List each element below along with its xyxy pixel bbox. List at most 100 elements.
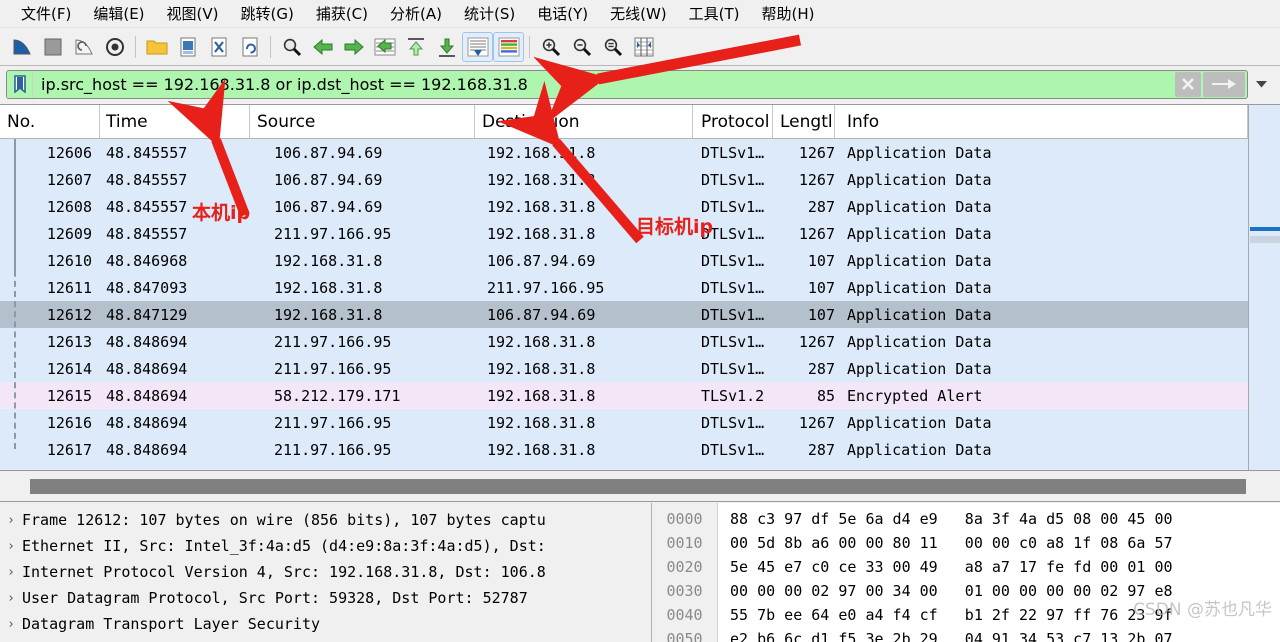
cell-protocol: DTLSv1… xyxy=(701,251,765,270)
filter-input[interactable]: ip.src_host == 192.168.31.8 or ip.dst_ho… xyxy=(6,69,1248,99)
find-packet-icon[interactable] xyxy=(276,32,307,62)
hscrollbar-thumb[interactable] xyxy=(30,479,1246,494)
clear-filter-icon[interactable] xyxy=(1175,71,1201,97)
zoom-out-icon[interactable] xyxy=(566,32,597,62)
packet-list-pane[interactable]: No. Time Source Destination Protocol Len… xyxy=(0,104,1280,502)
column-header-protocol[interactable]: Protocol xyxy=(693,105,773,138)
cell-no: 12608 xyxy=(46,197,92,216)
hex-bytes-body: 88 c3 97 df 5e 6a d4 e9 8a 3f 4a d5 08 0… xyxy=(718,503,1280,642)
chevron-right-icon[interactable]: › xyxy=(0,617,22,632)
go-last-packet-icon[interactable] xyxy=(431,32,462,62)
detail-row[interactable]: › Ethernet II, Src: Intel_3f:4a:d5 (d4:e9… xyxy=(0,533,651,559)
cell-source: 211.97.166.95 xyxy=(274,413,392,432)
filter-text[interactable]: ip.src_host == 192.168.31.8 or ip.dst_ho… xyxy=(33,75,1175,94)
menu-edit[interactable]: 编辑(E) xyxy=(82,0,155,27)
column-header-info[interactable]: Info xyxy=(835,105,1248,138)
menu-telephony[interactable]: 电话(Y) xyxy=(526,0,599,27)
cell-source: 192.168.31.8 xyxy=(274,305,383,324)
stop-capture-icon[interactable] xyxy=(37,32,68,62)
menu-analyze[interactable]: 分析(A) xyxy=(379,0,453,27)
menu-capture[interactable]: 捕获(C) xyxy=(305,0,379,27)
cell-source: 192.168.31.8 xyxy=(274,278,383,297)
hex-offset-gutter: 0000 0010 0020 0030 0040 0050 xyxy=(652,503,718,642)
cell-no: 12617 xyxy=(46,440,92,459)
packet-list-vscrollbar[interactable] xyxy=(1248,105,1280,471)
packet-bytes-pane[interactable]: 0000 0010 0020 0030 0040 0050 88 c3 97 df 5e … xyxy=(652,503,1280,642)
go-forward-icon[interactable] xyxy=(338,32,369,62)
table-row[interactable]: 12617 48.848694 211.97.166.95 192.168.31.8 D… xyxy=(0,436,1248,463)
cell-protocol: DTLSv1… xyxy=(701,170,765,189)
detail-row[interactable]: › Internet Protocol Version 4, Src: 192.1… xyxy=(0,559,651,585)
cell-protocol: DTLSv1… xyxy=(701,278,765,297)
cell-no: 12609 xyxy=(46,224,92,243)
table-row[interactable]: 12606 48.845557 106.87.94.69 192.168.31.8 DT… xyxy=(0,139,1248,166)
chevron-right-icon[interactable]: › xyxy=(0,565,22,580)
cell-protocol: DTLSv1… xyxy=(701,197,765,216)
chevron-down-icon[interactable] xyxy=(1248,70,1274,99)
packet-list-header: No. Time Source Destination Protocol Len… xyxy=(0,105,1248,139)
menu-file[interactable]: 文件(F) xyxy=(10,0,82,27)
cell-protocol: TLSv1.2 xyxy=(701,386,765,405)
zoom-reset-icon[interactable] xyxy=(597,32,628,62)
menu-wireless[interactable]: 无线(W) xyxy=(599,0,678,27)
cell-destination: 192.168.31.8 xyxy=(487,440,596,459)
bookmark-icon[interactable] xyxy=(7,70,33,98)
table-row[interactable]: 12612 48.847129 192.168.31.8 106.87.94.69 DT… xyxy=(0,301,1248,328)
cell-destination: 192.168.31.8 xyxy=(487,170,596,189)
table-row[interactable]: 12609 48.845557 211.97.166.95 192.168.31.8 D… xyxy=(0,220,1248,247)
auto-scroll-icon[interactable] xyxy=(462,31,493,62)
cell-source: 211.97.166.95 xyxy=(274,359,392,378)
detail-row-text: Internet Protocol Version 4, Src: 192.16… xyxy=(22,563,546,581)
menu-go[interactable]: 跳转(G) xyxy=(230,0,305,27)
cell-destination: 106.87.94.69 xyxy=(487,305,596,324)
restart-capture-icon[interactable] xyxy=(68,32,99,62)
toolbar xyxy=(0,28,1280,66)
go-to-packet-icon[interactable] xyxy=(369,32,400,62)
save-file-icon[interactable] xyxy=(172,32,203,62)
menu-help[interactable]: 帮助(H) xyxy=(751,0,826,27)
chevron-right-icon[interactable]: › xyxy=(0,513,22,528)
detail-row[interactable]: › Frame 12612: 107 bytes on wire (856 bit… xyxy=(0,507,651,533)
cell-info: Application Data xyxy=(847,143,992,162)
column-header-length[interactable]: Lengtl xyxy=(773,105,835,138)
go-back-icon[interactable] xyxy=(307,32,338,62)
detail-row-text: User Datagram Protocol, Src Port: 59328,… xyxy=(22,589,528,607)
table-row[interactable]: 12614 48.848694 211.97.166.95 192.168.31.8 D… xyxy=(0,355,1248,382)
cell-time: 48.848694 xyxy=(106,413,188,432)
resize-columns-icon[interactable] xyxy=(628,32,659,62)
chevron-right-icon[interactable]: › xyxy=(0,591,22,606)
table-row[interactable]: 12615 48.848694 58.212.179.171 192.168.31.8… xyxy=(0,382,1248,409)
packet-list-hscrollbar[interactable] xyxy=(0,470,1280,502)
chevron-right-icon[interactable]: › xyxy=(0,539,22,554)
table-row[interactable]: 12608 48.845557 106.87.94.69 192.168.31.8 DT… xyxy=(0,193,1248,220)
table-row[interactable]: 12611 48.847093 192.168.31.8 211.97.166.95 D… xyxy=(0,274,1248,301)
vscrollbar-thumb[interactable] xyxy=(1250,236,1280,243)
go-first-packet-icon[interactable] xyxy=(400,32,431,62)
close-file-icon[interactable] xyxy=(203,32,234,62)
column-header-destination[interactable]: Destination xyxy=(475,105,693,138)
menu-statistics[interactable]: 统计(S) xyxy=(453,0,526,27)
table-row[interactable]: 12616 48.848694 211.97.166.95 192.168.31.8 D… xyxy=(0,409,1248,436)
open-file-icon[interactable] xyxy=(141,32,172,62)
cell-protocol: DTLSv1… xyxy=(701,413,765,432)
colorize-icon[interactable] xyxy=(493,31,524,62)
column-header-source[interactable]: Source xyxy=(250,105,475,138)
start-capture-icon[interactable] xyxy=(6,32,37,62)
reload-file-icon[interactable] xyxy=(234,32,265,62)
detail-row[interactable]: › User Datagram Protocol, Src Port: 59328… xyxy=(0,585,651,611)
cell-length: 1267 xyxy=(798,413,835,432)
table-row[interactable]: 12613 48.848694 211.97.166.95 192.168.31.8 D… xyxy=(0,328,1248,355)
apply-filter-icon[interactable] xyxy=(1203,71,1245,97)
detail-row[interactable]: › Datagram Transport Layer Security xyxy=(0,611,651,637)
menu-tools[interactable]: 工具(T) xyxy=(678,0,751,27)
column-header-no[interactable]: No. xyxy=(0,105,100,138)
menu-view[interactable]: 视图(V) xyxy=(156,0,230,27)
packet-detail-pane[interactable]: › Frame 12612: 107 bytes on wire (856 bit… xyxy=(0,503,652,642)
zoom-in-icon[interactable] xyxy=(535,32,566,62)
column-header-time[interactable]: Time xyxy=(100,105,250,138)
table-row[interactable]: 12607 48.845557 106.87.94.69 192.168.31.8 DT… xyxy=(0,166,1248,193)
cell-length: 1267 xyxy=(798,170,835,189)
table-row[interactable]: 12610 48.846968 192.168.31.8 106.87.94.69 DT… xyxy=(0,247,1248,274)
capture-options-icon[interactable] xyxy=(99,32,130,62)
cell-length: 287 xyxy=(807,440,835,459)
